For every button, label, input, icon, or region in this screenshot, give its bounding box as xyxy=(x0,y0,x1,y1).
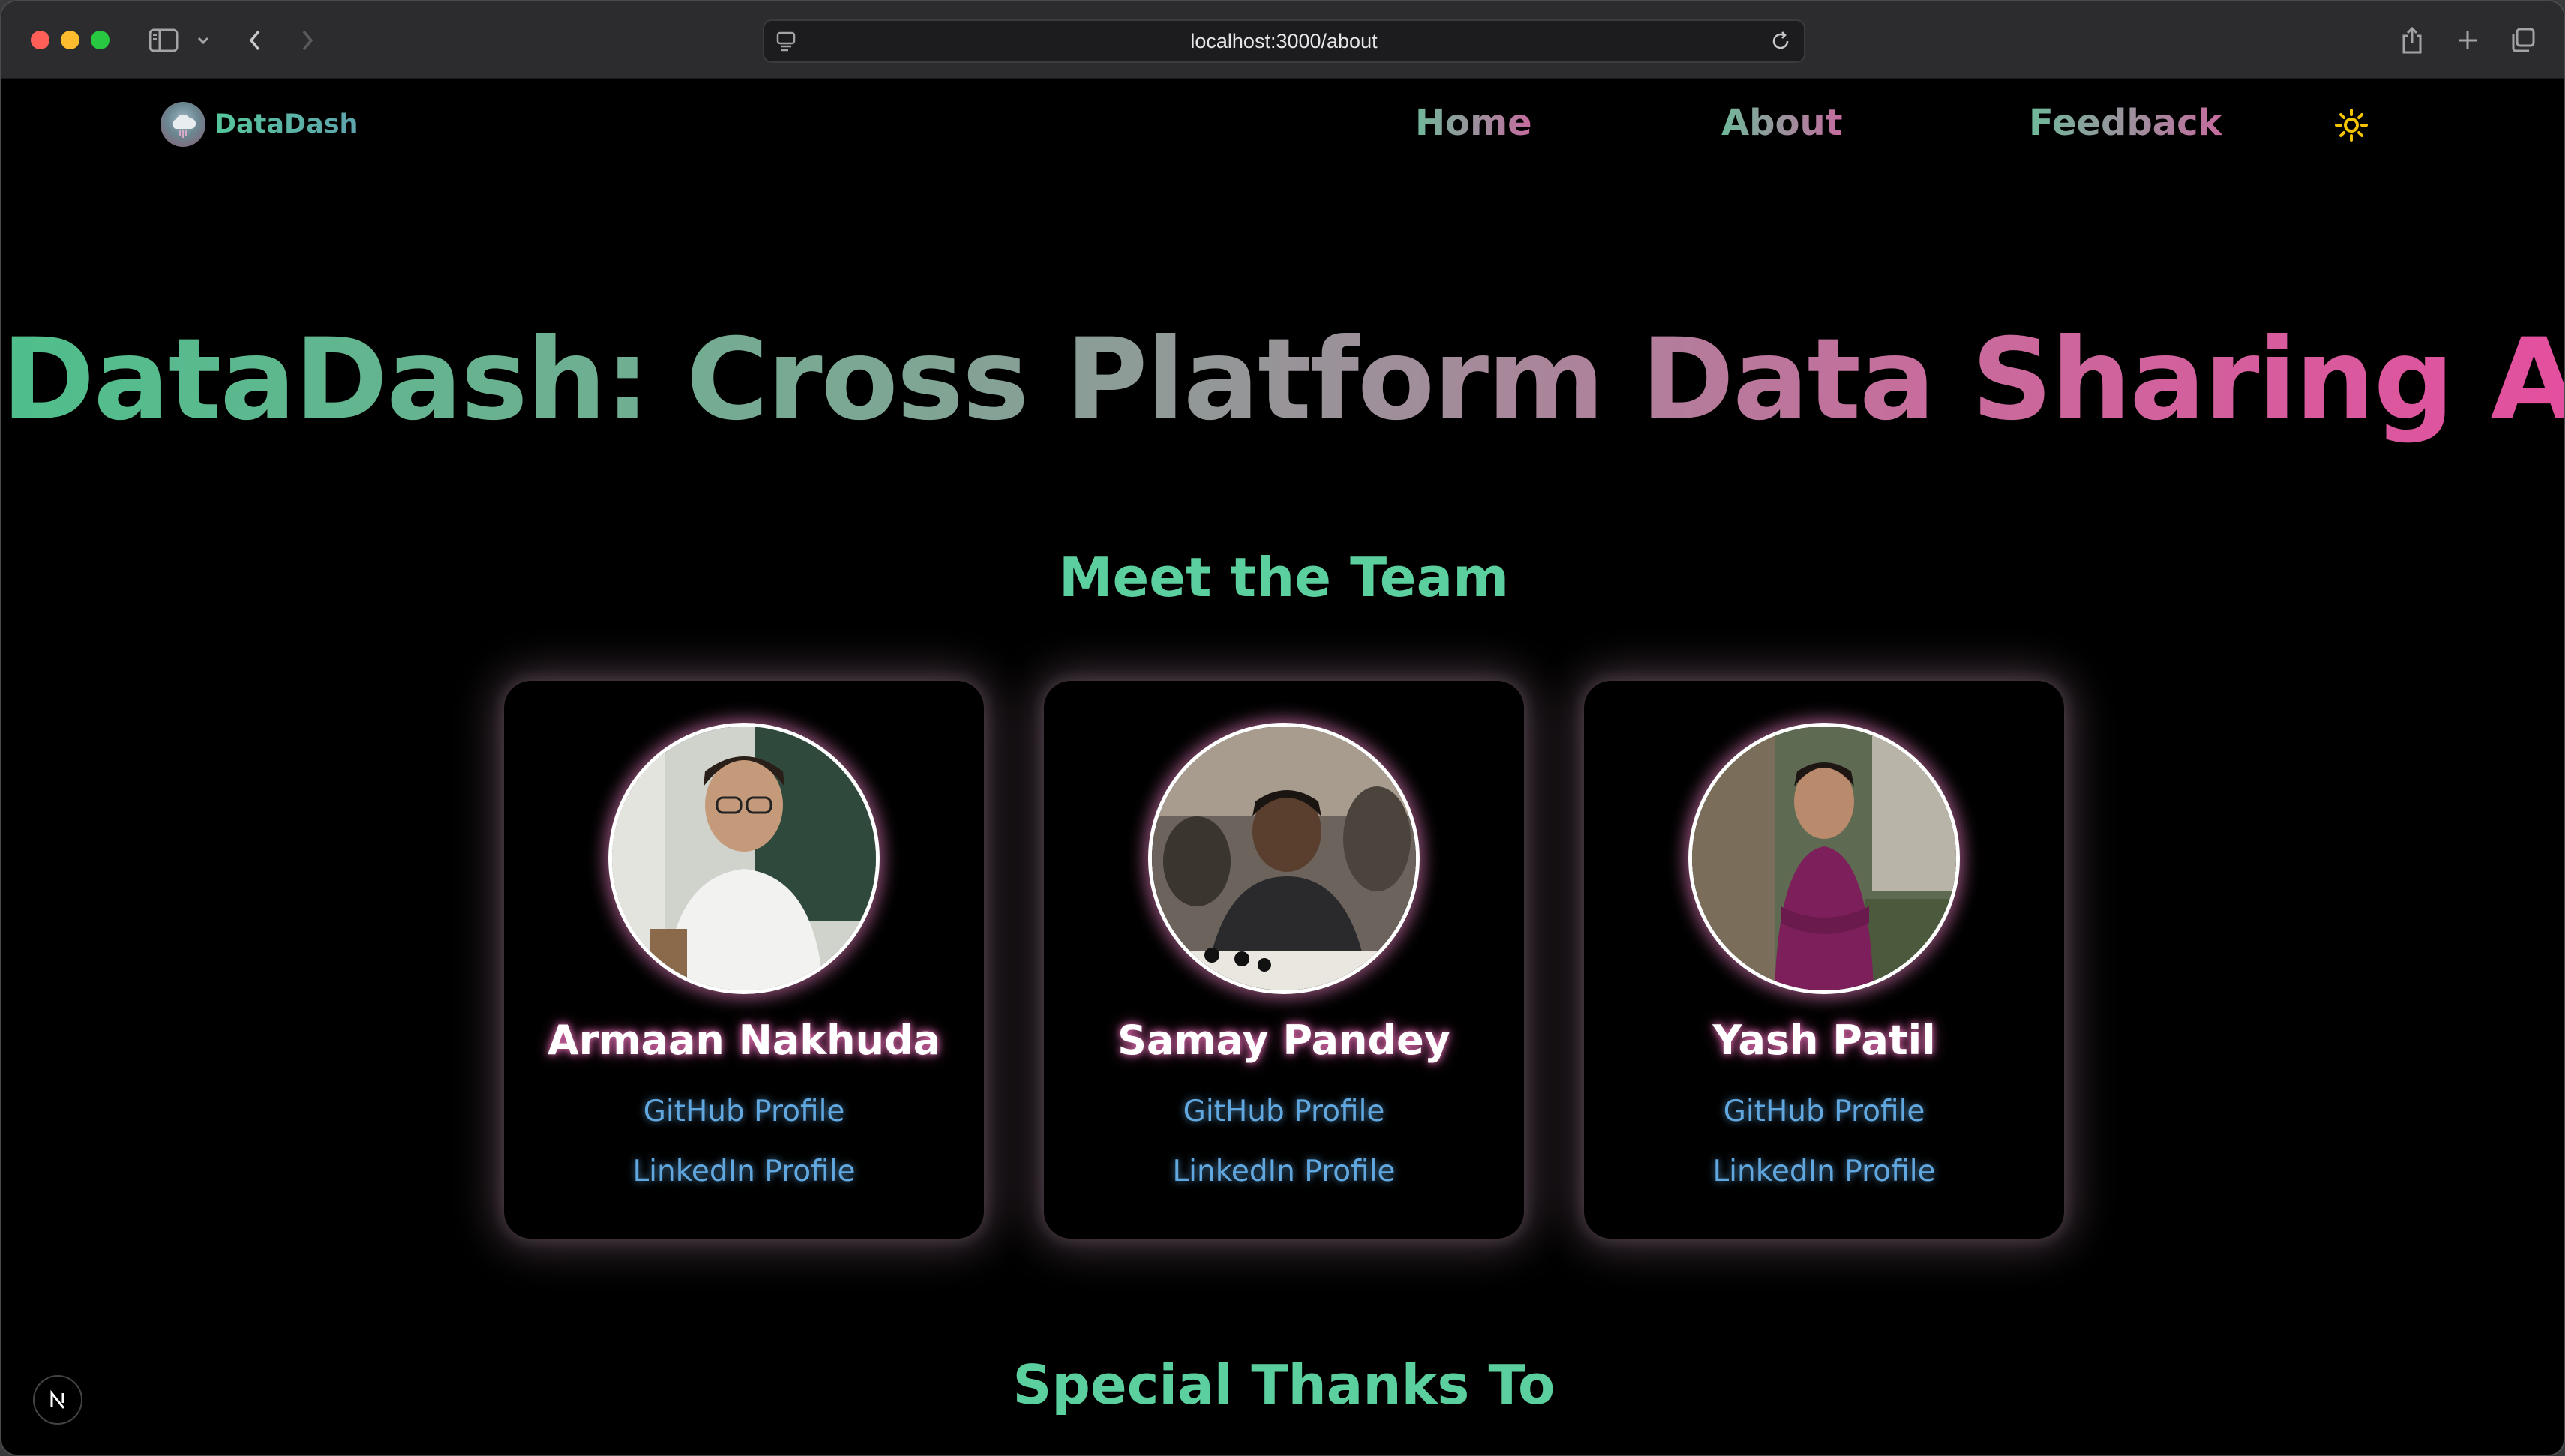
site-logo[interactable]: DataDash xyxy=(160,102,358,147)
maximize-window-button[interactable] xyxy=(91,31,110,49)
special-thanks-title: Special Thanks To xyxy=(1012,1353,1556,1416)
address-bar[interactable]: localhost:3000/about xyxy=(763,19,1805,63)
chevron-down-icon[interactable] xyxy=(192,22,214,58)
site-navbar: DataDash Home About Feedback xyxy=(2,79,2564,169)
avatar xyxy=(1688,723,1960,994)
new-tab-icon[interactable] xyxy=(2450,22,2486,58)
sun-icon xyxy=(2335,109,2368,142)
github-profile-link[interactable]: GitHub Profile xyxy=(1044,1095,1524,1128)
forward-icon[interactable] xyxy=(292,22,322,58)
browser-window: localhost:3000/about DataDash Home About… xyxy=(0,0,2565,1456)
nextjs-icon xyxy=(50,1389,65,1409)
nav-home-link[interactable]: Home xyxy=(1415,102,1532,144)
minimize-window-button[interactable] xyxy=(61,31,80,49)
cloud-logo-icon xyxy=(160,102,206,147)
browser-toolbar: localhost:3000/about xyxy=(2,1,2564,79)
member-name: Samay Pandey xyxy=(1118,1017,1450,1064)
share-icon[interactable] xyxy=(2394,22,2430,58)
linkedin-profile-link[interactable]: LinkedIn Profile xyxy=(504,1155,984,1188)
nav-about-link[interactable]: About xyxy=(1721,102,1843,144)
team-section-title: Meet the Team xyxy=(1058,546,1510,609)
member-name: Yash Patil xyxy=(1712,1017,1936,1064)
page-title: DataDash: Cross Platform Data Sharing Ap… xyxy=(2,315,2565,445)
reload-icon[interactable] xyxy=(1769,30,1792,55)
github-profile-link[interactable]: GitHub Profile xyxy=(1584,1095,2064,1128)
page-icon xyxy=(775,30,797,55)
theme-toggle-button[interactable] xyxy=(2334,108,2368,142)
nextjs-dev-indicator[interactable] xyxy=(33,1375,82,1425)
close-window-button[interactable] xyxy=(31,31,50,49)
team-member-card: Yash Patil GitHub Profile LinkedIn Profi… xyxy=(1584,681,2064,1239)
sidebar-icon[interactable] xyxy=(146,22,182,58)
linkedin-profile-link[interactable]: LinkedIn Profile xyxy=(1584,1155,2064,1188)
team-member-card: Samay Pandey GitHub Profile LinkedIn Pro… xyxy=(1044,681,1524,1239)
back-icon[interactable] xyxy=(240,22,270,58)
avatar xyxy=(608,723,880,994)
nav-feedback-link[interactable]: Feedback xyxy=(2029,102,2222,144)
linkedin-profile-link[interactable]: LinkedIn Profile xyxy=(1044,1155,1524,1188)
member-name: Armaan Nakhuda xyxy=(547,1017,941,1064)
tabs-icon[interactable] xyxy=(2505,22,2541,58)
site-logo-text: DataDash xyxy=(214,109,358,139)
team-member-card: Armaan Nakhuda GitHub Profile LinkedIn P… xyxy=(504,681,984,1239)
avatar xyxy=(1148,723,1420,994)
url-text: localhost:3000/about xyxy=(1190,29,1378,52)
github-profile-link[interactable]: GitHub Profile xyxy=(504,1095,984,1128)
